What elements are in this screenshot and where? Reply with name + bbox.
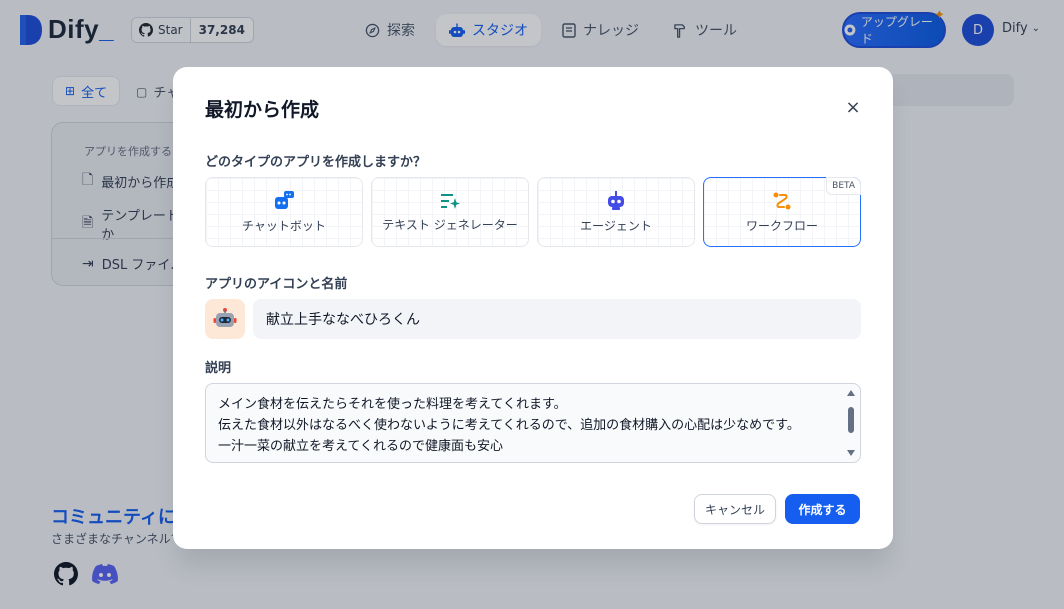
type-text-generator-label: テキスト ジェネレーター xyxy=(382,217,518,232)
app-type-label: どのタイプのアプリを作成しますか？ xyxy=(205,155,427,170)
create-button[interactable]: 作成する xyxy=(785,494,860,524)
app-type-selector: チャットボット テキスト ジェネレーター エージェント BETA ワークフロー xyxy=(205,177,861,247)
app-name-row xyxy=(205,299,861,339)
beta-badge: BETA xyxy=(826,177,861,195)
type-text-generator[interactable]: テキスト ジェネレーター xyxy=(371,177,529,247)
close-icon: × xyxy=(845,96,861,118)
app-name-input[interactable] xyxy=(253,299,861,339)
description-label: 説明 xyxy=(205,361,232,376)
modal-title: 最初から作成 xyxy=(205,99,320,121)
type-agent-label: エージェント xyxy=(580,218,652,233)
text-generator-icon xyxy=(441,193,460,209)
app-icon-picker[interactable] xyxy=(205,299,245,339)
close-button[interactable]: × xyxy=(841,95,865,119)
type-workflow[interactable]: BETA ワークフロー xyxy=(703,177,861,247)
robot-emoji-icon xyxy=(213,308,237,327)
workflow-icon xyxy=(773,192,791,209)
agent-icon xyxy=(608,190,624,210)
type-chatbot-label: チャットボット xyxy=(242,218,326,233)
type-chatbot[interactable]: チャットボット xyxy=(205,177,363,247)
type-agent[interactable]: エージェント xyxy=(537,177,695,247)
app-name-label: アプリのアイコンと名前 xyxy=(205,277,348,292)
chatbot-icon xyxy=(275,190,294,209)
description-textarea[interactable]: メイン食材を伝えたらそれを使った料理を考えてくれます。 伝えた食材以外はなるべく… xyxy=(205,383,861,463)
description-scrollbar[interactable] xyxy=(846,389,856,457)
cancel-button[interactable]: キャンセル xyxy=(694,494,776,524)
create-app-modal: 最初から作成 × どのタイプのアプリを作成しますか？ チャットボット テキスト … xyxy=(173,67,893,549)
type-workflow-label: ワークフロー xyxy=(745,218,818,233)
